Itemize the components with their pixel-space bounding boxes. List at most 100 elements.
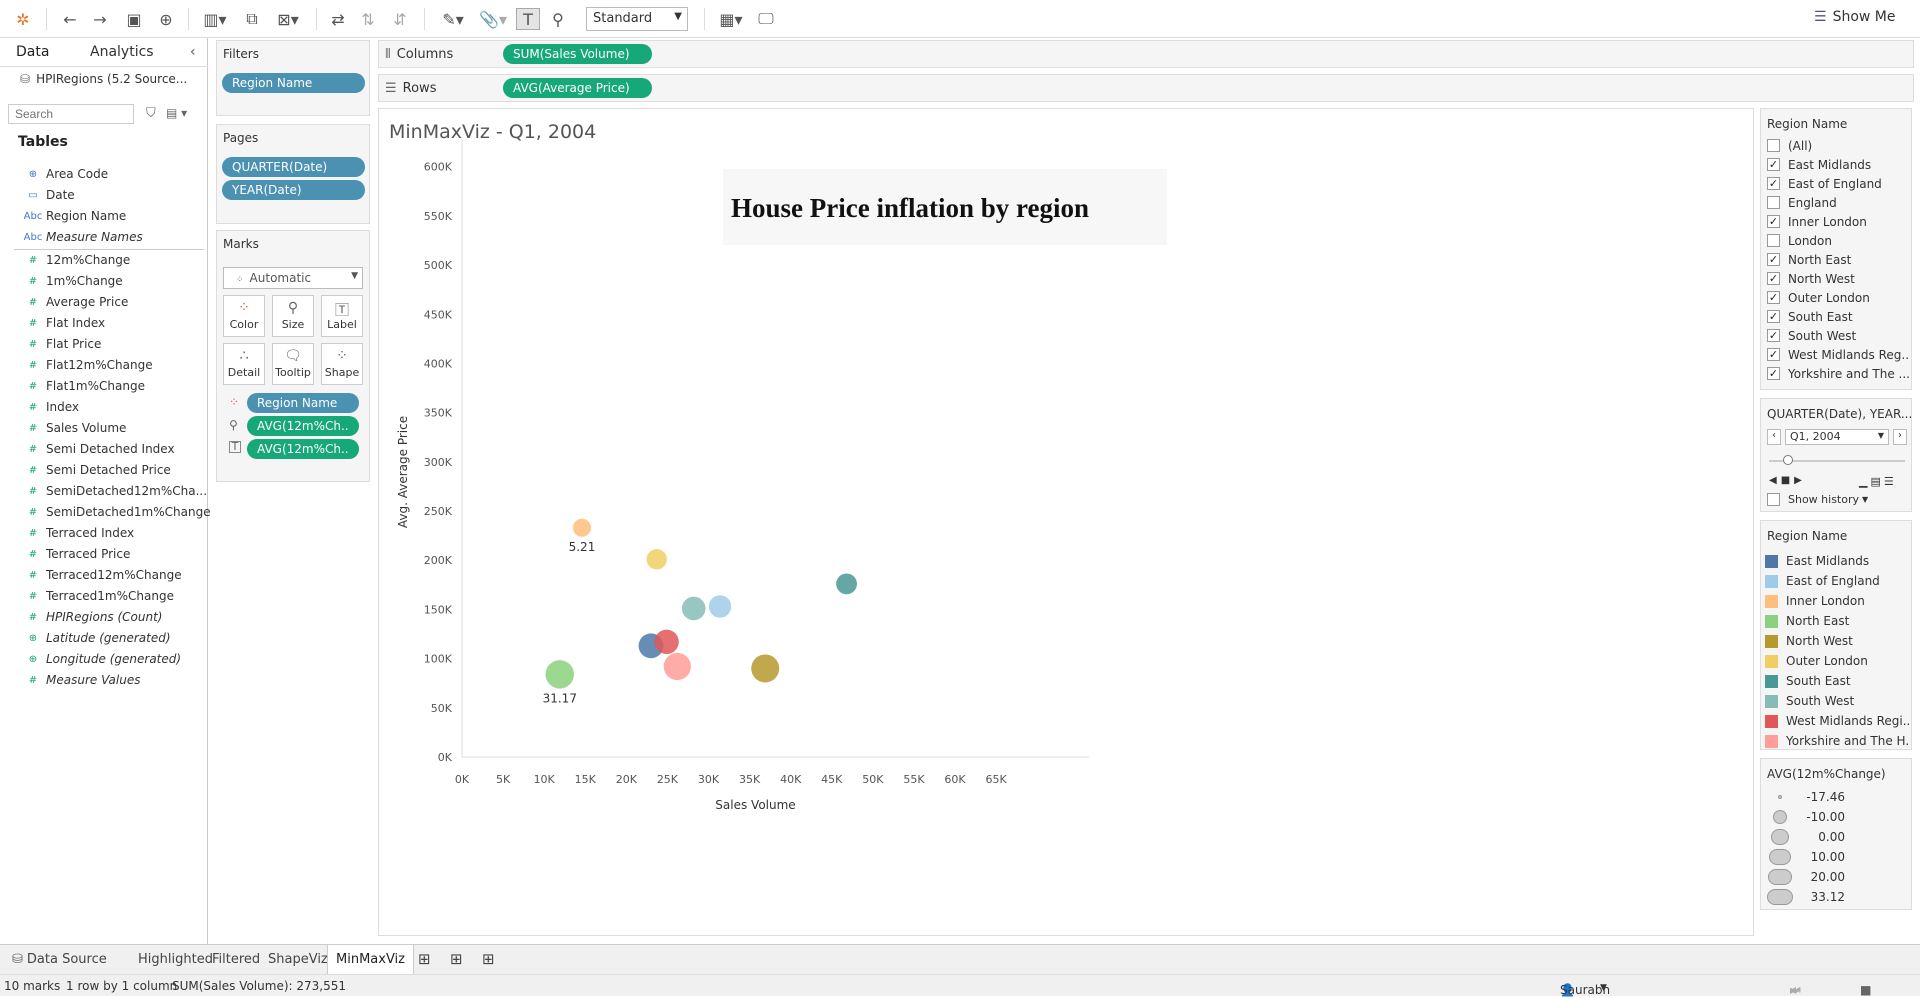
field-item[interactable]: # Index bbox=[20, 397, 79, 417]
checkbox[interactable]: ✓ bbox=[1767, 158, 1780, 171]
region-filter-item[interactable]: (All) bbox=[1767, 136, 1909, 155]
data-point[interactable] bbox=[836, 573, 857, 595]
region-filter-item[interactable]: England bbox=[1767, 193, 1909, 212]
show-history-toggle[interactable]: Show history ▼ bbox=[1767, 493, 1868, 506]
sort-ascending-icon[interactable]: ⇅ bbox=[356, 8, 380, 30]
new-datasource-icon[interactable]: ⊕ bbox=[154, 8, 178, 30]
data-point[interactable] bbox=[708, 595, 732, 618]
view-options-icon[interactable]: ▤ ▾ bbox=[166, 106, 187, 120]
field-search-input[interactable] bbox=[8, 104, 134, 124]
region-filter-item[interactable]: ✓ Yorkshire and The ... bbox=[1767, 364, 1909, 383]
page-next-icon[interactable]: › bbox=[1893, 429, 1907, 445]
checkbox[interactable]: ✓ bbox=[1767, 177, 1780, 190]
highlight-icon[interactable]: ✎▾ bbox=[436, 8, 470, 30]
clear-sheet-icon[interactable]: ⊠▾ bbox=[270, 8, 306, 30]
color-legend-item[interactable]: South East bbox=[1765, 671, 1909, 691]
sheet-sorter-icon[interactable]: ■ bbox=[1860, 983, 1877, 997]
new-dashboard-tab-icon[interactable]: ⊞ bbox=[442, 945, 471, 975]
field-item[interactable]: Abc Region Name bbox=[20, 206, 127, 226]
show-cards-icon[interactable]: ▦▾ bbox=[714, 8, 748, 30]
field-item[interactable]: # Flat Price bbox=[20, 334, 102, 354]
columns-shelf[interactable]: ⦀ Columns SUM(Sales Volume) bbox=[378, 40, 1914, 68]
size-legend-item[interactable]: -10.00 bbox=[1765, 807, 1909, 827]
save-icon[interactable]: ▣ bbox=[122, 8, 146, 30]
field-item[interactable]: # Terraced12m%Change bbox=[20, 565, 182, 585]
group-members-icon[interactable]: 📎▾ bbox=[476, 8, 510, 30]
region-filter-item[interactable]: ✓ Inner London bbox=[1767, 212, 1909, 231]
data-point[interactable] bbox=[681, 596, 706, 621]
pages-pill-quarter[interactable]: QUARTER(Date) bbox=[222, 157, 365, 177]
checkbox[interactable]: ✓ bbox=[1767, 253, 1780, 266]
size-legend-item[interactable]: 33.12 bbox=[1765, 887, 1909, 907]
redo-icon[interactable]: → bbox=[88, 8, 112, 30]
color-legend-item[interactable]: West Midlands Regi... bbox=[1765, 711, 1909, 731]
checkbox[interactable]: ✓ bbox=[1767, 215, 1780, 228]
checkbox[interactable]: ✓ bbox=[1767, 272, 1780, 285]
field-item[interactable]: # SemiDetached1m%Change bbox=[20, 502, 211, 522]
collapse-pane-icon[interactable]: ‹ bbox=[190, 44, 196, 60]
field-item[interactable]: # Average Price bbox=[20, 292, 129, 312]
playback-speed[interactable]: ▁▤☰ bbox=[1859, 475, 1897, 488]
field-item[interactable]: ▭ Date bbox=[20, 185, 74, 205]
play-back-icon[interactable]: ◀ bbox=[1769, 475, 1781, 486]
field-item[interactable]: ⊕ Area Code bbox=[20, 164, 108, 184]
field-item[interactable]: # SemiDetached12m%Cha... bbox=[20, 481, 207, 501]
field-item[interactable]: # Flat12m%Change bbox=[20, 355, 153, 375]
fix-axes-icon[interactable]: ⚲ bbox=[546, 8, 570, 30]
tab-shapeviz[interactable]: ShapeViz bbox=[260, 945, 336, 975]
color-legend-item[interactable]: Inner London bbox=[1765, 591, 1909, 611]
mark-type-dropdown[interactable]: ⁘ Automatic ▼ bbox=[223, 267, 363, 289]
marks-color-button[interactable]: ⁘ Color bbox=[223, 295, 265, 337]
show-mark-labels-icon[interactable]: T bbox=[516, 8, 540, 30]
field-item[interactable]: #12m%Change bbox=[20, 250, 131, 270]
show-history-checkbox[interactable] bbox=[1767, 493, 1780, 506]
color-legend-item[interactable]: North East bbox=[1765, 611, 1909, 631]
page-select[interactable]: Q1, 2004 ▼ bbox=[1785, 429, 1889, 445]
duplicate-sheet-icon[interactable]: ⧉ bbox=[240, 8, 264, 30]
field-item[interactable]: ⊕ Longitude (generated) bbox=[20, 649, 181, 669]
field-item[interactable]: # HPIRegions (Count) bbox=[20, 607, 163, 627]
undo-icon[interactable]: ← bbox=[58, 8, 82, 30]
field-item[interactable]: # Flat1m%Change bbox=[20, 376, 145, 396]
checkbox[interactable]: ✓ bbox=[1767, 329, 1780, 342]
region-filter-item[interactable]: ✓ North West bbox=[1767, 269, 1909, 288]
datasource-name[interactable]: ⛁ HPIRegions (5.2 Source... bbox=[20, 72, 187, 86]
columns-pill-sales-volume[interactable]: SUM(Sales Volume) bbox=[503, 44, 652, 64]
field-item[interactable]: Abc Measure Names bbox=[20, 227, 143, 247]
tab-data[interactable]: Data bbox=[16, 44, 49, 60]
field-item[interactable]: ⊕ Latitude (generated) bbox=[20, 628, 171, 648]
field-item[interactable]: # Semi Detached Price bbox=[20, 460, 171, 480]
data-point[interactable] bbox=[751, 654, 780, 683]
data-point[interactable] bbox=[545, 660, 575, 689]
region-filter-item[interactable]: ✓ North East bbox=[1767, 250, 1909, 269]
checkbox[interactable]: ✓ bbox=[1767, 310, 1780, 323]
data-point[interactable] bbox=[663, 652, 691, 681]
tab-minmaxviz[interactable]: MinMaxViz bbox=[327, 945, 414, 975]
stop-icon[interactable]: ■ bbox=[1781, 475, 1794, 486]
new-story-tab-icon[interactable]: ⊞ bbox=[474, 945, 503, 975]
color-legend-item[interactable]: North West bbox=[1765, 631, 1909, 651]
checkbox[interactable]: ✓ bbox=[1767, 367, 1780, 380]
rows-shelf[interactable]: ☰ Rows AVG(Average Price) bbox=[378, 74, 1914, 102]
tab-filtered[interactable]: Filtered bbox=[204, 945, 268, 975]
marks-detail-button[interactable]: ∴ Detail bbox=[223, 343, 265, 385]
marks-size-button[interactable]: ⚲ Size bbox=[272, 295, 314, 337]
speed-fast-icon[interactable]: ☰ bbox=[1884, 475, 1897, 488]
speed-slow-icon[interactable]: ▁ bbox=[1859, 475, 1870, 488]
presentation-mode-icon[interactable]: 🖵 bbox=[754, 8, 778, 30]
checkbox[interactable]: ✓ bbox=[1767, 348, 1780, 361]
checkbox[interactable] bbox=[1767, 196, 1780, 209]
region-filter-item[interactable]: ✓ South East bbox=[1767, 307, 1909, 326]
pages-pill-year[interactable]: YEAR(Date) bbox=[222, 180, 365, 200]
data-point[interactable] bbox=[654, 629, 679, 655]
tableau-logo-icon[interactable]: ✲ bbox=[12, 8, 34, 30]
region-filter-item[interactable]: ✓ East of England bbox=[1767, 174, 1909, 193]
checkbox[interactable]: ✓ bbox=[1767, 291, 1780, 304]
tab-analytics[interactable]: Analytics bbox=[90, 44, 154, 60]
color-legend-item[interactable]: Yorkshire and The H... bbox=[1765, 731, 1909, 751]
region-filter-item[interactable]: ✓ West Midlands Reg... bbox=[1767, 345, 1909, 364]
marks-tooltip-button[interactable]: 🗨 Tooltip bbox=[272, 343, 314, 385]
playback-controls[interactable]: ◀■▶ bbox=[1769, 475, 1806, 486]
size-legend-item[interactable]: 0.00 bbox=[1765, 827, 1909, 847]
field-item[interactable]: # Sales Volume bbox=[20, 418, 127, 438]
